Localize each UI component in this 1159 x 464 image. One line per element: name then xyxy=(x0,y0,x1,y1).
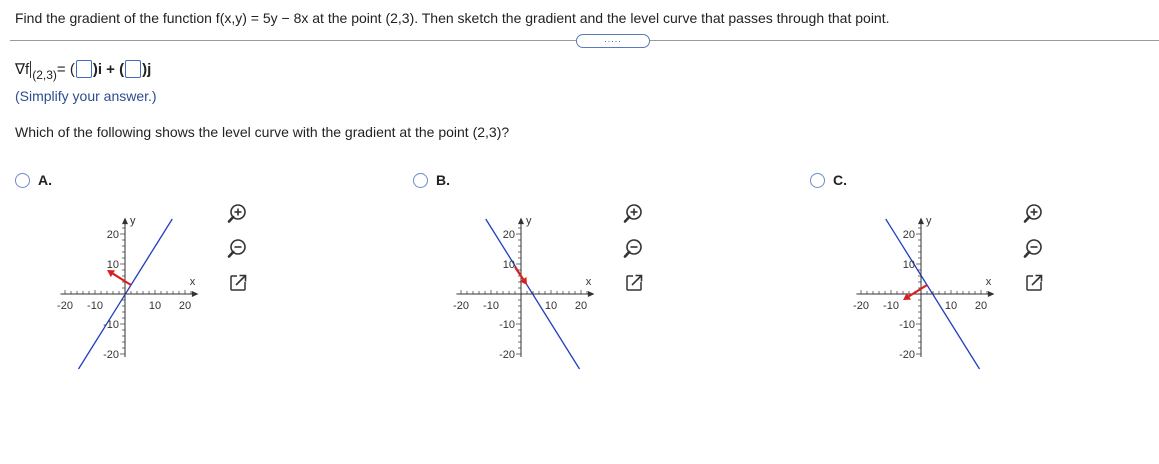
y-tick-label: -20 xyxy=(899,349,915,361)
option-a-label: A. xyxy=(38,172,52,188)
x-tick-label: -10 xyxy=(883,300,899,312)
option-a-graph: -20 -10 10 20 20 10 -10 -20 x y xyxy=(57,215,199,370)
question-text: Find the gradient of the function f(x,y)… xyxy=(15,10,890,26)
answer-line: ∇f (2,3) = ( )i + ( )j xyxy=(15,60,152,82)
expand-icon[interactable] xyxy=(1022,272,1050,294)
gradient-vector xyxy=(908,284,928,298)
y-axis-arrow-icon xyxy=(918,217,924,225)
gradient-vector xyxy=(112,272,132,286)
y-axis-label: y xyxy=(130,215,136,227)
y-tick-label: 10 xyxy=(503,259,515,271)
expand-icon[interactable] xyxy=(226,272,254,294)
point-subscript: (2,3) xyxy=(32,68,57,82)
y-tick-label: -10 xyxy=(499,319,515,331)
j-unit-label: )j xyxy=(142,61,152,78)
y-tick-label: -10 xyxy=(899,319,915,331)
y-axis-label: y xyxy=(526,215,532,227)
gradient-symbol: ∇f xyxy=(15,61,30,78)
j-component-input[interactable] xyxy=(125,60,142,78)
option-c-graph: -20 -10 10 20 20 10 -10 -20 x y xyxy=(853,215,995,370)
zoom-in-icon[interactable] xyxy=(1022,202,1050,224)
expand-icon[interactable] xyxy=(622,272,650,294)
x-tick-label: 10 xyxy=(545,300,557,312)
equals-sign: = ( xyxy=(56,61,75,78)
y-axis-label: y xyxy=(926,215,932,227)
zoom-out-icon[interactable] xyxy=(622,237,650,259)
zoom-in-icon[interactable] xyxy=(622,202,650,224)
y-tick-label: 20 xyxy=(503,229,515,241)
x-tick-label: 20 xyxy=(975,300,987,312)
x-tick-label: -20 xyxy=(853,300,869,312)
i-component-input[interactable] xyxy=(75,60,92,78)
y-tick-label: -20 xyxy=(103,349,119,361)
option-b-radio[interactable] xyxy=(413,172,428,188)
y-tick-label: -20 xyxy=(499,349,515,361)
gradient-vector xyxy=(514,266,525,280)
x-tick-label: 10 xyxy=(945,300,957,312)
y-axis-arrow-icon xyxy=(122,217,128,225)
zoom-out-icon[interactable] xyxy=(1022,237,1050,259)
option-a[interactable]: A. xyxy=(15,172,52,188)
x-axis-arrow-icon xyxy=(987,291,995,297)
y-tick-label: 10 xyxy=(903,259,915,271)
x-tick-label: -10 xyxy=(483,300,499,312)
x-axis-label: x xyxy=(586,276,592,288)
y-tick-label: -10 xyxy=(103,319,119,331)
x-tick-label: -20 xyxy=(57,300,73,312)
hint-text: (Simplify your answer.) xyxy=(15,88,157,104)
x-tick-label: 20 xyxy=(179,300,191,312)
x-tick-label: -20 xyxy=(453,300,469,312)
option-b[interactable]: B. xyxy=(413,172,450,188)
x-axis-arrow-icon xyxy=(191,291,199,297)
x-tick-label: -10 xyxy=(87,300,103,312)
x-axis-label: x xyxy=(986,276,992,288)
zoom-in-icon[interactable] xyxy=(226,202,254,224)
y-tick-label: 20 xyxy=(903,229,915,241)
x-tick-label: 10 xyxy=(149,300,161,312)
x-tick-label: 20 xyxy=(575,300,587,312)
x-axis-label: x xyxy=(190,276,196,288)
y-tick-label: 10 xyxy=(107,259,119,271)
y-axis-arrow-icon xyxy=(518,217,524,225)
option-a-radio[interactable] xyxy=(15,172,30,188)
option-b-graph: -20 -10 10 20 20 10 -10 -20 x y xyxy=(453,215,595,370)
option-c-label: C. xyxy=(833,172,847,188)
option-c-radio[interactable] xyxy=(810,172,825,188)
y-tick-label: 20 xyxy=(107,229,119,241)
i-unit-label: )i + ( xyxy=(92,61,125,78)
option-b-label: B. xyxy=(436,172,450,188)
evaluation-bar xyxy=(30,61,32,78)
x-axis-arrow-icon xyxy=(587,291,595,297)
option-c[interactable]: C. xyxy=(810,172,847,188)
mc-question-text: Which of the following shows the level c… xyxy=(15,124,510,140)
more-button[interactable]: ..... xyxy=(576,34,650,48)
zoom-out-icon[interactable] xyxy=(226,237,254,259)
